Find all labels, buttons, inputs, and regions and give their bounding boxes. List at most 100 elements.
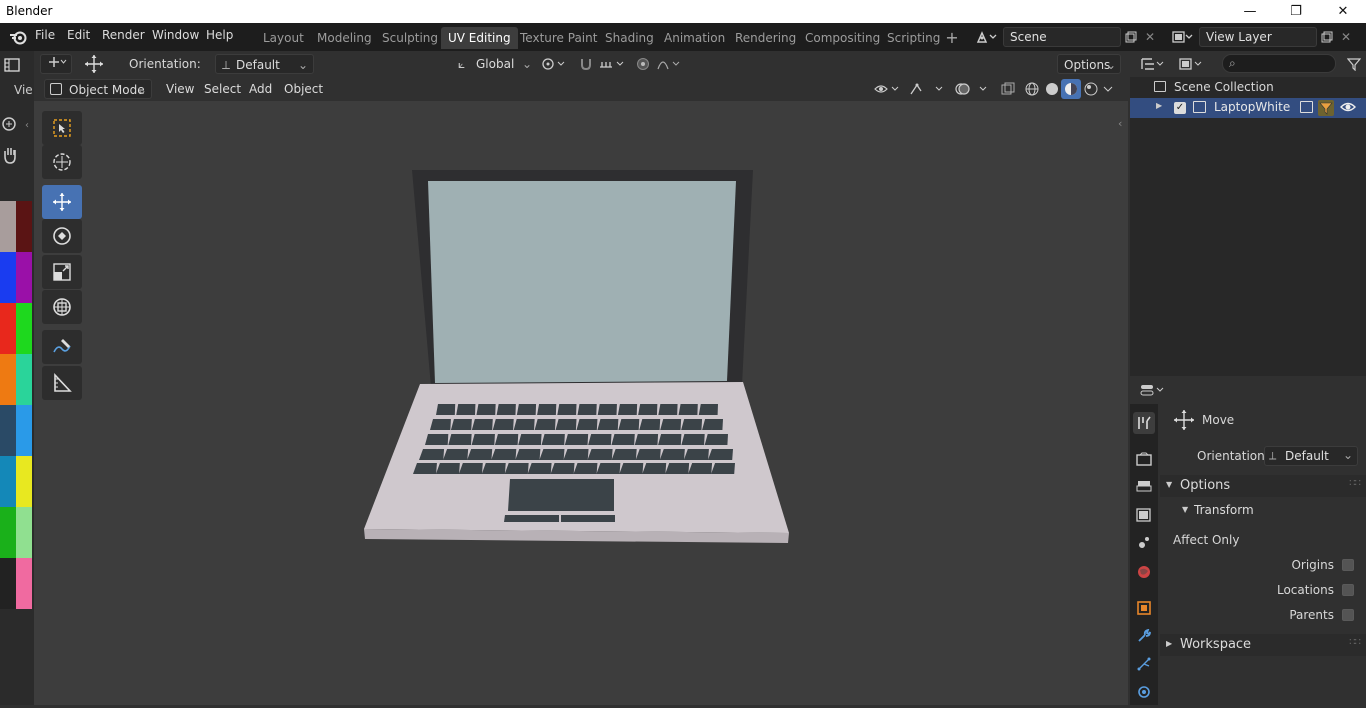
move-tool-header-icon[interactable]	[82, 53, 106, 75]
collapse-arrow-icon[interactable]: ‹	[22, 117, 32, 133]
menu-edit[interactable]: Edit	[67, 28, 90, 42]
outliner-item-laptopwhite[interactable]: ▶ ✓ LaptopWhite	[1130, 98, 1366, 118]
parents-checkbox[interactable]	[1342, 609, 1354, 621]
shading-options-chevron-icon[interactable]	[1100, 79, 1116, 99]
add-workspace-icon[interactable]: +	[944, 27, 960, 47]
view-menu[interactable]: View	[160, 79, 200, 99]
pivot-point-icon[interactable]	[539, 54, 569, 74]
overlays-toggle-icon[interactable]	[952, 79, 992, 99]
palette-swatch[interactable]	[16, 252, 32, 303]
scene-collection-row[interactable]: Scene Collection	[1130, 78, 1366, 98]
tab-sculpting[interactable]: Sculpting	[375, 27, 445, 49]
object-mode-dropdown[interactable]: Object Mode ⌄	[44, 79, 152, 99]
scene-tab-icon[interactable]	[1133, 532, 1155, 554]
menu-file[interactable]: File	[35, 28, 55, 42]
tab-scripting[interactable]: Scripting	[880, 27, 947, 49]
palette-swatch[interactable]	[0, 558, 16, 609]
origins-checkbox[interactable]	[1342, 559, 1354, 571]
editor-type-dropdown[interactable]	[40, 54, 72, 74]
properties-editor-type-icon[interactable]	[1138, 380, 1168, 400]
particles-tab-icon[interactable]	[1133, 653, 1155, 675]
add-menu[interactable]: Add	[243, 79, 278, 99]
zoom-icon[interactable]	[0, 115, 20, 135]
close-button[interactable]: ✕	[1320, 0, 1366, 23]
tool-tab-icon[interactable]	[1133, 412, 1155, 434]
world-tab-icon[interactable]	[1133, 561, 1155, 583]
tab-uv-editing[interactable]: UV Editing	[441, 27, 518, 49]
scale-tool[interactable]	[42, 255, 82, 289]
sidebar-toggle-arrow-icon[interactable]: ‹	[1118, 117, 1126, 131]
workspace-panel-header[interactable]: ▶ Workspace ∷∷	[1160, 634, 1366, 656]
measure-tool[interactable]	[42, 366, 82, 400]
holdout-icon[interactable]	[1300, 101, 1313, 113]
physics-tab-icon[interactable]	[1133, 681, 1155, 703]
laptop-model[interactable]	[34, 101, 1128, 705]
pan-hand-icon[interactable]	[0, 145, 20, 165]
cursor-tool[interactable]	[42, 145, 82, 179]
palette-swatch[interactable]	[0, 354, 16, 405]
expand-arrow-icon[interactable]: ▶	[1156, 101, 1162, 110]
snap-increment-icon[interactable]	[596, 54, 628, 74]
menu-render[interactable]: Render	[102, 28, 145, 42]
scene-selector-icon[interactable]	[972, 27, 1000, 47]
drag-handle-icon[interactable]: ∷∷	[1349, 478, 1361, 489]
view-layer-tab-icon[interactable]	[1133, 504, 1155, 526]
editor-type-icon[interactable]	[0, 56, 24, 74]
proportional-edit-icon[interactable]	[633, 54, 653, 74]
object-tab-icon[interactable]	[1133, 597, 1155, 619]
palette-swatch[interactable]	[16, 558, 32, 609]
options-dropdown[interactable]: Options ⌄	[1057, 54, 1121, 74]
tab-layout[interactable]: Layout	[256, 27, 311, 49]
menu-window[interactable]: Window	[152, 28, 199, 42]
3d-viewport[interactable]: ‹	[34, 101, 1128, 705]
transform-tool[interactable]	[42, 290, 82, 324]
palette-swatch[interactable]	[16, 405, 32, 456]
palette-swatch[interactable]	[16, 456, 32, 507]
tab-rendering[interactable]: Rendering	[728, 27, 803, 49]
maximize-button[interactable]: ❐	[1273, 0, 1319, 23]
palette-swatch[interactable]	[0, 252, 16, 303]
object-menu[interactable]: Object	[278, 79, 329, 99]
render-tab-icon[interactable]	[1133, 448, 1155, 470]
palette-swatch[interactable]	[16, 303, 32, 354]
wireframe-shading-icon[interactable]	[1022, 79, 1042, 99]
palette-swatch[interactable]	[16, 354, 32, 405]
display-mode-icon[interactable]	[1176, 54, 1206, 74]
tab-modeling[interactable]: Modeling	[310, 27, 379, 49]
palette-swatch[interactable]	[0, 507, 16, 558]
move-tool[interactable]	[42, 185, 82, 219]
palette-swatch[interactable]	[0, 405, 16, 456]
filter-icon[interactable]	[1344, 54, 1364, 74]
options-panel-header[interactable]: ▼ Options ∷∷	[1160, 475, 1366, 497]
tab-compositing[interactable]: Compositing	[798, 27, 887, 49]
exclude-checkbox[interactable]: ✓	[1174, 102, 1186, 114]
remove-view-layer-icon[interactable]: ✕	[1338, 27, 1354, 47]
view-menu-truncated[interactable]: Vie	[14, 83, 33, 97]
select-menu[interactable]: Select	[198, 79, 247, 99]
filter-funnel-icon[interactable]	[1318, 100, 1334, 116]
duplicate-view-layer-icon[interactable]	[1318, 27, 1336, 47]
modifier-wrench-icon[interactable]	[1133, 625, 1155, 647]
rotate-tool[interactable]	[42, 219, 82, 253]
visibility-selectability-icon[interactable]	[872, 79, 902, 99]
orientation-dropdown[interactable]: Default ⟂ ⌄	[215, 54, 314, 74]
transform-subpanel-header[interactable]: ▼ Transform	[1160, 500, 1366, 522]
palette-swatch[interactable]	[0, 456, 16, 507]
palette-swatch[interactable]	[16, 201, 32, 252]
material-preview-shading-icon[interactable]	[1061, 79, 1081, 99]
duplicate-scene-icon[interactable]	[1122, 27, 1140, 47]
outliner-editor-type-icon[interactable]	[1138, 54, 1168, 74]
gizmo-toggle-icon[interactable]	[906, 79, 946, 99]
scene-name-field[interactable]: Scene	[1003, 27, 1121, 47]
view-layer-field[interactable]: View Layer	[1199, 27, 1317, 47]
blender-logo-icon[interactable]	[8, 27, 28, 47]
tab-animation[interactable]: Animation	[657, 27, 732, 49]
select-box-tool[interactable]	[42, 111, 82, 145]
menu-help[interactable]: Help	[206, 28, 233, 42]
tab-texture-paint[interactable]: Texture Paint	[513, 27, 604, 49]
palette-swatch[interactable]	[0, 303, 16, 354]
output-tab-icon[interactable]	[1133, 476, 1155, 498]
drag-handle-icon[interactable]: ∷∷	[1349, 637, 1361, 648]
eye-visibility-icon[interactable]	[1340, 100, 1356, 117]
rendered-shading-icon[interactable]	[1081, 79, 1101, 99]
